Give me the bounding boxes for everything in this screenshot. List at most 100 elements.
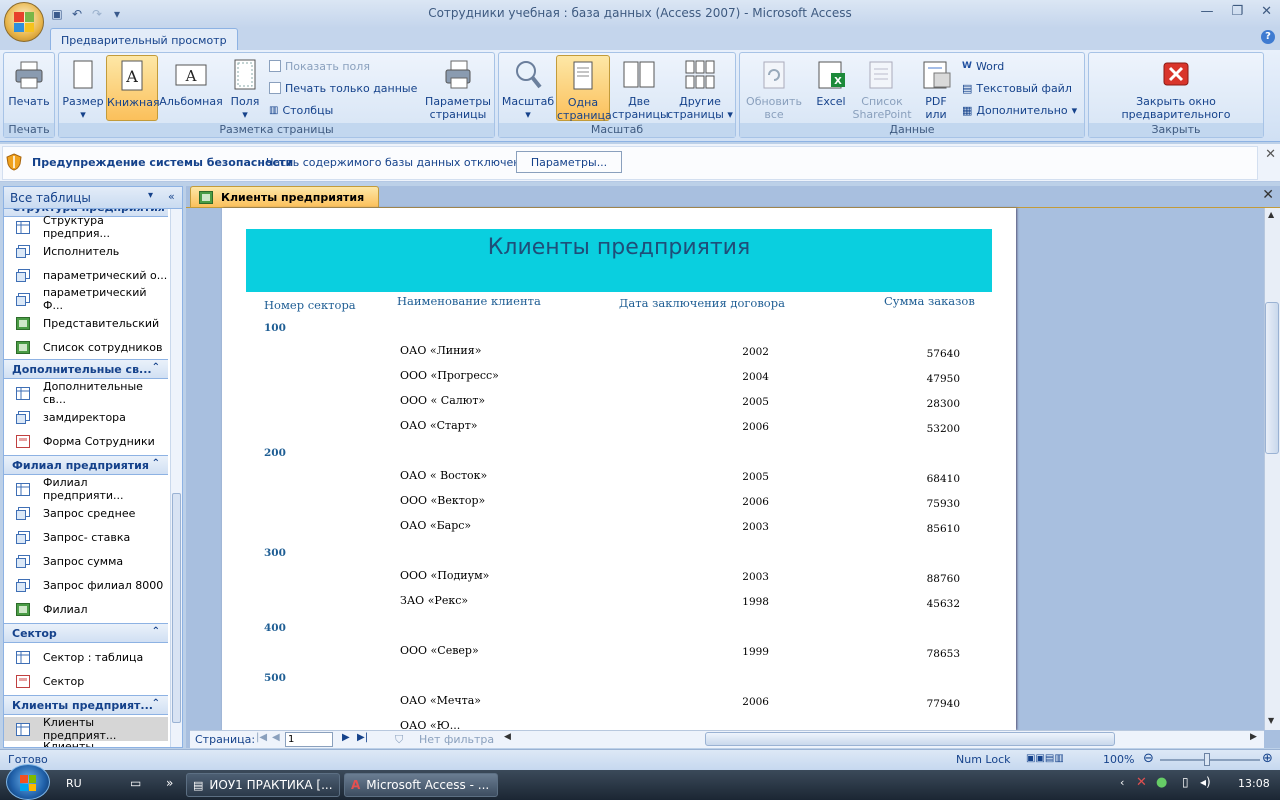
close-security-bar-icon[interactable]: ✕	[1265, 147, 1276, 162]
customize-qat-icon[interactable]: ▾	[110, 7, 124, 21]
nav-item[interactable]: Дополнительные св...	[4, 380, 168, 406]
next-page-icon[interactable]: ▶	[342, 732, 350, 743]
collapse-group-icon[interactable]: ⌃	[152, 698, 160, 709]
nav-item[interactable]: Филиал предприяти...	[4, 476, 168, 502]
taskbar-item-access[interactable]: A Microsoft Access - ...	[344, 773, 498, 797]
more-pages-button[interactable]: Другие страницы ▾	[667, 55, 733, 121]
nav-item[interactable]: Клиенты предприят...	[4, 716, 168, 742]
nav-scrollbar[interactable]	[170, 209, 182, 747]
security-options-button[interactable]: Параметры...	[516, 151, 622, 173]
pdf-xps-button[interactable]: PDFили XPS	[914, 55, 958, 134]
page-setup-button[interactable]: Параметры страницы	[425, 55, 491, 121]
collapse-group-icon[interactable]: ⌃	[152, 362, 160, 373]
table-icon	[16, 386, 30, 400]
clock[interactable]: 13:08	[1238, 777, 1270, 790]
scroll-right-icon[interactable]: ▶	[1250, 732, 1257, 742]
nav-item[interactable]: Запрос среднее	[4, 501, 168, 525]
zoom-button[interactable]: Масштаб ▾	[501, 55, 555, 121]
zoom-in-icon[interactable]: ⊕	[1262, 751, 1273, 766]
two-pages-button[interactable]: Две страницы	[612, 55, 669, 121]
refresh-all-button[interactable]: Обновить все	[742, 55, 806, 121]
collapse-group-icon[interactable]: ⌃	[152, 626, 160, 637]
zoom-level[interactable]: 100%	[1103, 753, 1134, 766]
show-margins-checkbox[interactable]: Показать поля	[269, 57, 370, 75]
nav-item[interactable]: Запрос филиал 8000	[4, 573, 168, 597]
device-icon[interactable]: ▯	[1182, 775, 1189, 789]
nav-item[interactable]: Сектор	[4, 669, 168, 693]
vertical-scroll-thumb[interactable]	[1265, 302, 1279, 454]
filter-status[interactable]: Нет фильтра	[419, 733, 494, 746]
tab-print-preview[interactable]: Предварительный просмотр	[50, 28, 238, 50]
nav-item[interactable]: параметрический Ф...	[4, 286, 168, 312]
scroll-up-icon[interactable]: ▲	[1268, 210, 1274, 219]
redo-icon[interactable]: ↷	[90, 7, 104, 21]
close-window-button[interactable]: ✕	[1261, 4, 1272, 19]
chevron-down-icon[interactable]: ▾	[148, 190, 153, 201]
nav-item[interactable]: Запрос сумма	[4, 549, 168, 573]
excel-export-button[interactable]: X Excel	[810, 55, 852, 121]
vertical-scrollbar[interactable]: ▲ ▼	[1264, 208, 1280, 730]
nav-item[interactable]: Исполнитель	[4, 239, 168, 263]
nav-item[interactable]: Форма Сотрудники	[4, 429, 168, 453]
show-desktop-icon[interactable]: ▭	[130, 776, 141, 790]
zoom-slider-thumb[interactable]	[1204, 753, 1210, 766]
text-file-export-button[interactable]: ▤ Текстовый файл	[962, 79, 1072, 97]
nav-item[interactable]: замдиректора	[4, 405, 168, 429]
collapse-pane-icon[interactable]: «	[168, 190, 175, 203]
sharepoint-list-button[interactable]: Список SharePoint	[852, 55, 912, 121]
minimize-button[interactable]: —	[1200, 4, 1213, 19]
nav-pane-header[interactable]: Все таблицы ▾ «	[4, 187, 182, 209]
prev-page-icon[interactable]: ◀	[272, 732, 280, 743]
collapse-group-icon[interactable]: ⌃	[152, 209, 160, 211]
office-button[interactable]	[4, 2, 44, 42]
one-page-button[interactable]: Одна страница	[556, 55, 612, 122]
scroll-left-icon[interactable]: ◀	[504, 732, 511, 742]
network-icon[interactable]: ✕	[1136, 775, 1147, 790]
maximize-button[interactable]: ❐	[1231, 4, 1243, 19]
save-icon[interactable]: ▣	[50, 7, 64, 21]
print-data-only-checkbox[interactable]: Печать только данные	[269, 79, 417, 97]
volume-icon[interactable]: ◂)	[1200, 775, 1211, 789]
nav-group-header[interactable]: Клиенты предприят... ⌃	[4, 695, 168, 715]
last-page-icon[interactable]: ▶|	[357, 732, 368, 743]
nav-item[interactable]: Сектор : таблица	[4, 645, 168, 669]
nav-group-header[interactable]: Филиал предприятия ⌃	[4, 455, 168, 475]
zoom-slider[interactable]	[1160, 759, 1260, 761]
collapse-group-icon[interactable]: ⌃	[152, 458, 160, 469]
size-button[interactable]: Размер ▾	[61, 55, 105, 121]
zoom-out-icon[interactable]: ⊖	[1143, 751, 1154, 766]
view-icons[interactable]: ▣▣▤▥	[1026, 753, 1064, 764]
taskbar-expand-icon[interactable]: »	[166, 776, 173, 790]
page-number-input[interactable]	[285, 732, 333, 747]
taskbar-item-word[interactable]: ▤ ИОУ1 ПРАКТИКА [...	[186, 773, 340, 797]
columns-button[interactable]: ▥ Столбцы	[269, 101, 333, 119]
close-document-icon[interactable]: ✕	[1262, 187, 1274, 203]
nav-item[interactable]: параметрический о...	[4, 263, 168, 287]
print-button[interactable]: Печать	[6, 55, 52, 121]
landscape-button[interactable]: A Альбомная	[159, 55, 223, 121]
tray-arrow-icon[interactable]: ‹	[1120, 776, 1124, 789]
nav-item[interactable]: Филиал	[4, 597, 168, 621]
security-tray-icon[interactable]: ●	[1156, 775, 1167, 790]
scroll-down-icon[interactable]: ▼	[1268, 716, 1274, 725]
nav-item[interactable]: Клиенты предприят...	[4, 740, 168, 747]
first-page-icon[interactable]: |◀	[256, 732, 267, 743]
start-button[interactable]	[6, 764, 50, 800]
word-export-button[interactable]: W Word	[962, 57, 1004, 75]
margins-button[interactable]: Поля ▾	[225, 55, 265, 121]
language-indicator[interactable]: RU	[66, 777, 82, 790]
nav-scroll-thumb[interactable]	[172, 493, 181, 723]
tab-report-clients[interactable]: Клиенты предприятия	[190, 186, 380, 208]
close-preview-button[interactable]: Закрыть окнопредварительного просмотра	[1091, 55, 1261, 134]
more-export-button[interactable]: ▦ Дополнительно ▾	[962, 101, 1077, 119]
horizontal-scroll-thumb[interactable]	[705, 732, 1115, 746]
help-icon[interactable]: ?	[1261, 30, 1275, 44]
undo-icon[interactable]: ↶	[70, 7, 84, 21]
nav-group-header[interactable]: Сектор ⌃	[4, 623, 168, 643]
nav-item[interactable]: Структура предприя...	[4, 214, 168, 240]
nav-group-header[interactable]: Дополнительные св... ⌃	[4, 359, 168, 379]
nav-item[interactable]: Запрос- ставка	[4, 525, 168, 549]
portrait-button[interactable]: A Книжная	[106, 55, 160, 121]
nav-item[interactable]: Представительский	[4, 311, 168, 335]
nav-item[interactable]: Список сотрудников	[4, 335, 168, 359]
